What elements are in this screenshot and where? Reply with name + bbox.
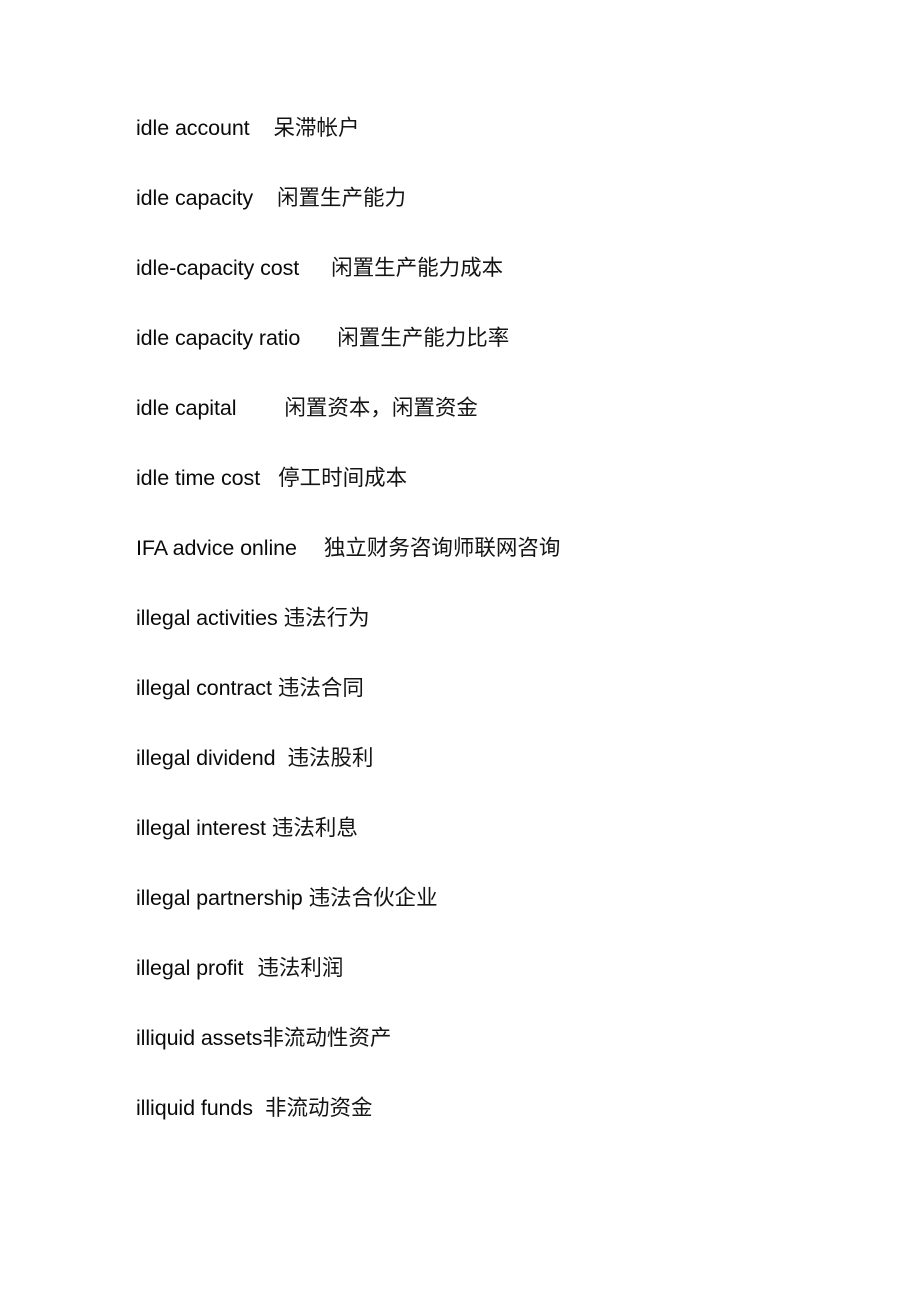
glossary-entry: idle capacity ratio 闲置生产能力比率 xyxy=(136,326,876,398)
term-chinese: 违法合伙企业 xyxy=(308,886,438,911)
term-english: illegal activities xyxy=(136,606,278,630)
glossary-entry: illiquid assets非流动性资产 xyxy=(136,1026,876,1098)
term-chinese: 非流动性资产 xyxy=(262,1026,392,1051)
term-chinese: 违法合同 xyxy=(277,676,364,701)
term-english: idle time cost xyxy=(136,466,261,490)
term-chinese: 非流动资金 xyxy=(264,1096,373,1121)
term-english: illegal dividend xyxy=(136,746,276,770)
term-english: idle capacity xyxy=(136,186,254,210)
glossary-entry: illegal interest 违法利息 xyxy=(136,816,876,888)
glossary-entry: illegal partnership 违法合伙企业 xyxy=(136,886,876,958)
term-chinese: 闲置生产能力 xyxy=(277,186,407,211)
term-english: illegal profit xyxy=(136,956,244,980)
glossary-entry: idle account 呆滞帐户 xyxy=(136,116,876,188)
term-chinese: 违法行为 xyxy=(283,606,370,631)
term-english: illegal contract xyxy=(136,676,272,700)
glossary-entry: idle capital 闲置资本，闲置资金 xyxy=(136,396,876,468)
glossary-entry: illegal contract 违法合同 xyxy=(136,676,876,748)
term-english: illiquid assets xyxy=(136,1026,263,1050)
term-english: idle-capacity cost xyxy=(136,256,300,280)
term-english: idle account xyxy=(136,116,250,140)
term-chinese: 闲置生产能力比率 xyxy=(337,326,510,351)
glossary-entry: illegal activities 违法行为 xyxy=(136,606,876,678)
document-page: idle account 呆滞帐户 idle capacity 闲置生产能力 idle-… xyxy=(0,0,920,1303)
glossary-entry: idle-capacity cost 闲置生产能力成本 xyxy=(136,256,876,328)
term-english: idle capital xyxy=(136,396,237,420)
glossary-entry: IFA advice online 独立财务咨询师联网咨询 xyxy=(136,536,876,608)
glossary-entry: idle capacity 闲置生产能力 xyxy=(136,186,876,258)
term-english: illiquid funds xyxy=(136,1096,253,1120)
glossary-entry: illiquid funds 非流动资金 xyxy=(136,1096,876,1168)
term-english: idle capacity ratio xyxy=(136,326,301,350)
term-english: IFA advice online xyxy=(136,536,297,560)
term-chinese: 独立财务咨询师联网咨询 xyxy=(323,536,561,561)
glossary-entry: illegal dividend 违法股利 xyxy=(136,746,876,818)
term-chinese: 闲置资本，闲置资金 xyxy=(284,396,478,421)
glossary-entry: idle time cost 停工时间成本 xyxy=(136,466,876,538)
term-chinese: 呆滞帐户 xyxy=(273,116,360,141)
glossary-entry-list: idle account 呆滞帐户 idle capacity 闲置生产能力 idle-… xyxy=(136,116,876,1168)
term-chinese: 闲置生产能力成本 xyxy=(331,256,504,281)
term-english: illegal interest xyxy=(136,816,266,840)
term-chinese: 违法股利 xyxy=(287,746,374,771)
term-chinese: 违法利息 xyxy=(271,816,358,841)
glossary-entry: illegal profit 违法利润 xyxy=(136,956,876,1028)
term-chinese: 违法利润 xyxy=(257,956,344,981)
term-chinese: 停工时间成本 xyxy=(278,466,408,491)
term-english: illegal partnership xyxy=(136,886,303,910)
